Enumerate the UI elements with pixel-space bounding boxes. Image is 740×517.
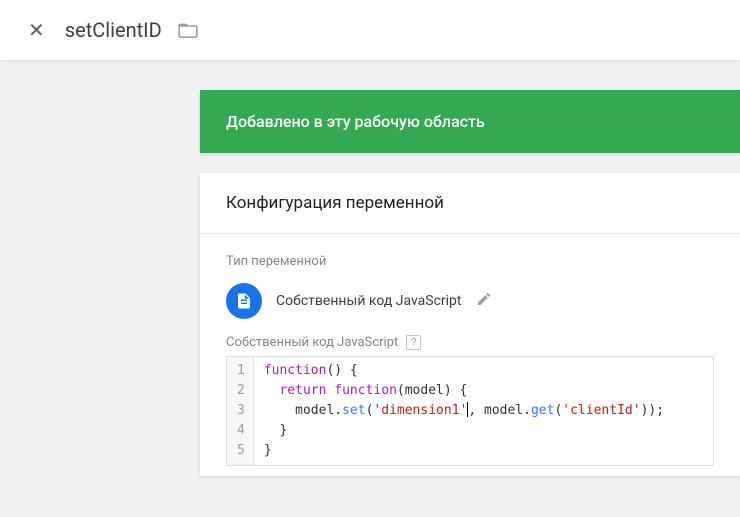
code-section-label: Собственный код JavaScript (226, 335, 398, 350)
code-token: } (264, 441, 664, 461)
code-token: (model) { (397, 383, 467, 398)
line-number: 5 (237, 441, 245, 461)
code-token: model. (476, 403, 531, 418)
banner-text: Добавлено в эту рабочую область (226, 112, 485, 131)
code-content[interactable]: function() { return function(model) { mo… (254, 357, 674, 465)
code-token: return (279, 383, 326, 398)
line-number: 2 (237, 381, 245, 401)
line-number: 1 (237, 361, 245, 381)
panel-title: Конфигурация переменной (200, 173, 740, 234)
success-banner: Добавлено в эту рабочую область (200, 90, 740, 153)
close-button[interactable]: ✕ (16, 10, 57, 50)
folder-icon[interactable] (178, 22, 198, 38)
variable-type-row[interactable]: Собственный код JavaScript (226, 283, 714, 319)
variable-type-section: Тип переменной Собственный код JavaScrip… (200, 234, 740, 476)
line-number: 3 (237, 401, 245, 421)
code-token: )); (641, 403, 664, 418)
variable-type-name: Собственный код JavaScript (276, 293, 462, 309)
page-header: ✕ setClientID (0, 0, 740, 60)
code-editor[interactable]: 1 2 3 4 5 function() { return function(m… (226, 356, 714, 466)
code-token: function (326, 383, 396, 398)
code-token: } (264, 421, 664, 441)
code-section-label-row: Собственный код JavaScript ? (226, 335, 714, 350)
code-gutter: 1 2 3 4 5 (227, 357, 254, 465)
code-token: () { (326, 363, 357, 378)
help-icon[interactable]: ? (406, 335, 421, 350)
code-token: 'clientId' (562, 403, 640, 418)
code-token: function (264, 363, 327, 378)
variable-config-panel: Конфигурация переменной Тип переменной С… (200, 173, 740, 476)
code-token: 'dimension1' (373, 403, 467, 418)
line-number: 4 (237, 421, 245, 441)
code-token: get (531, 403, 554, 418)
code-token: model. (264, 403, 342, 418)
code-token: , (468, 403, 476, 418)
pencil-icon[interactable] (476, 291, 492, 311)
code-token: set (342, 403, 365, 418)
type-section-label: Тип переменной (226, 254, 714, 269)
variable-title[interactable]: setClientID (65, 18, 162, 42)
document-icon (226, 283, 262, 319)
